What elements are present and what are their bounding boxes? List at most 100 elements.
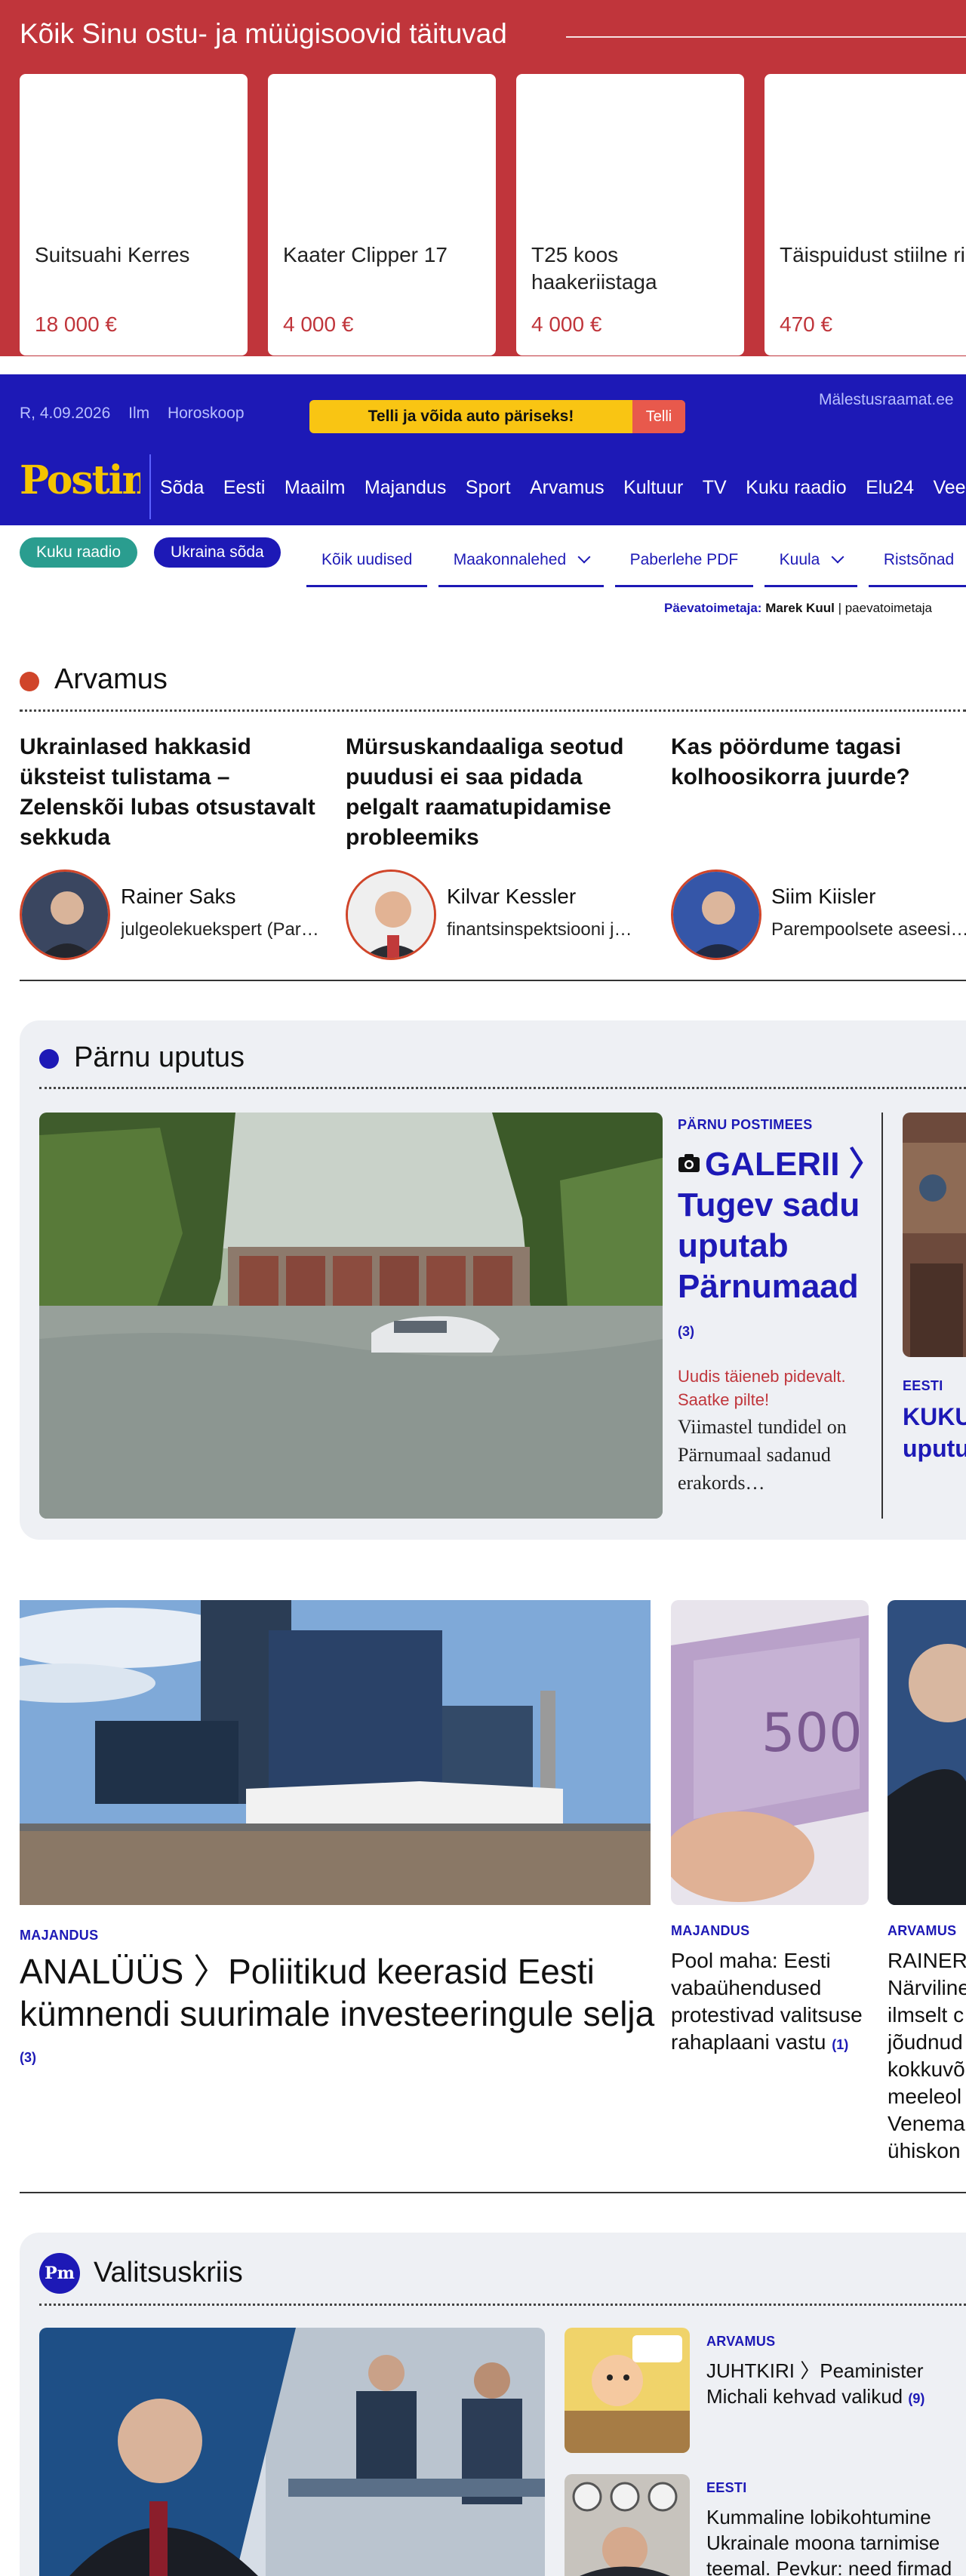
crisis-item1-title[interactable]: JUHTKIRI 〉Peaminister Michali kehvad val… <box>706 2358 966 2411</box>
subnav-kuula[interactable]: Kuula <box>764 537 858 587</box>
article-kicker[interactable]: ARVAMUS <box>706 2334 775 2350</box>
subnav-label: Kuula <box>779 551 820 568</box>
side-article-photo[interactable] <box>903 1113 966 1357</box>
article-kicker[interactable]: MAJANDUS <box>671 1923 749 1939</box>
third-article-title[interactable]: RAINER Närviline ilmselt c jõudnud kokku… <box>888 1947 966 2165</box>
marketplace-divider <box>566 36 966 38</box>
horoscope-link[interactable]: Horoskoop <box>168 405 245 422</box>
nav-item-elu24[interactable]: Elu24 <box>866 477 914 498</box>
marketplace-banner: Kõik Sinu ostu- ja müügisoovid täituvad … <box>0 0 966 356</box>
section-divider <box>39 2304 966 2306</box>
section-title-parnu-uputus[interactable]: Pärnu uputus <box>74 1042 245 1074</box>
second-article-photo[interactable]: 500 <box>671 1600 869 1905</box>
subscription-promo[interactable]: Telli ja võida auto päriseks! Telli <box>309 400 685 433</box>
market-card[interactable]: T25 koos haakeriistaga 4 000 € <box>516 74 744 355</box>
header-date: R, 4.09.2026 <box>20 405 111 422</box>
main-article-photo[interactable] <box>20 1600 651 1905</box>
market-card-title: Suitsuahi Kerres <box>35 243 190 266</box>
subnav-label: Paberlehe PDF <box>629 551 739 568</box>
nav-item-kuku-raadio[interactable]: Kuku raadio <box>746 477 846 498</box>
day-editor: Päevatoimetaja: Marek Kuul | paevatoimet… <box>664 601 932 616</box>
postimees-badge: Pm <box>39 2253 80 2294</box>
column-separator <box>881 1113 883 1519</box>
promo-text[interactable]: Telli ja võida auto päriseks! <box>309 400 632 433</box>
crisis-item2-photo[interactable] <box>565 2474 690 2576</box>
author-name[interactable]: Siim Kiisler <box>771 885 875 909</box>
pill-kuku-raadio[interactable]: Kuku raadio <box>20 537 138 568</box>
opinion-article-title[interactable]: Kas pöördume tagasi kolhoosikorra juurde… <box>671 732 966 792</box>
article-kicker[interactable]: ARVAMUS <box>888 1923 956 1939</box>
subnav-ristsonad[interactable]: Ristsõnad <box>868 537 966 587</box>
market-card-title: Kaater Clipper 17 <box>283 243 448 266</box>
main-article-title[interactable]: ANALÜÜS 〉Poliitikud keerasid Eesti kümne… <box>20 1950 658 2035</box>
header-utility-links: R, 4.09.2026 Ilm Horoskoop <box>20 405 258 423</box>
comment-count[interactable]: (3) <box>678 1324 694 1340</box>
nav-item-eesti[interactable]: Eesti <box>223 477 266 498</box>
section-title-arvamus[interactable]: Arvamus <box>54 663 168 696</box>
side-article-title[interactable]: KUKU uputu <box>903 1401 966 1464</box>
nav-item-tv[interactable]: TV <box>703 477 727 498</box>
author-role: Parempoolsete aseesi… <box>771 919 966 940</box>
subnav-maakonnalehed[interactable]: Maakonnalehed <box>438 537 605 587</box>
subscribe-button[interactable]: Telli <box>632 400 685 433</box>
section-dot <box>20 672 39 691</box>
section-divider <box>20 709 966 712</box>
crisis-photo[interactable] <box>39 2328 545 2576</box>
postimees-logo[interactable]: Postimees <box>20 459 140 503</box>
author-avatar[interactable] <box>20 869 110 960</box>
subnav-label: Maakonnalehed <box>453 551 567 568</box>
author-name[interactable]: Rainer Saks <box>121 885 236 909</box>
article-kicker[interactable]: PÄRNU POSTIMEES <box>678 1117 813 1133</box>
comment-count[interactable]: (1) <box>832 2037 848 2052</box>
section-dot <box>39 1049 59 1069</box>
memorial-link[interactable]: Mälestusraamat.ee <box>819 391 954 409</box>
flood-headline[interactable]: GALERII 〉Tugev sadu uputab Pärnumaad <box>678 1143 866 1307</box>
live-update-note: Uudis täieneb pidevalt. Saatke pilte! <box>678 1367 846 1409</box>
market-card[interactable]: Suitsuahi Kerres 18 000 € <box>20 74 248 355</box>
market-card-title: T25 koos haakeriistaga <box>531 243 657 294</box>
comment-count[interactable]: (9) <box>908 2391 924 2406</box>
section-title-valitsuskriis[interactable]: Valitsuskriis <box>94 2257 243 2289</box>
market-card[interactable]: Kaater Clipper 17 4 000 € <box>268 74 496 355</box>
nav-item-arvamus[interactable]: Arvamus <box>530 477 605 498</box>
flood-lead: Viimastel tundidel on Pärnumaal sadanud … <box>678 1416 847 1494</box>
market-card-price: 4 000 € <box>283 312 354 336</box>
market-card[interactable]: Täispuidust stiilne riidekapp ja… 470 € <box>764 74 966 355</box>
subnav-paberlehe-pdf[interactable]: Paberlehe PDF <box>614 537 754 587</box>
pill-ukraina-soda[interactable]: Ukraina sõda <box>154 537 281 568</box>
article-kicker[interactable]: MAJANDUS <box>20 1928 98 1944</box>
svg-text:500: 500 <box>761 1702 863 1764</box>
editor-rest: | paevatoimetaja <box>838 601 932 615</box>
article-kicker[interactable]: EESTI <box>706 2480 747 2496</box>
editor-label: Päevatoimetaja: <box>664 601 762 615</box>
weather-link[interactable]: Ilm <box>128 405 149 422</box>
second-article-title[interactable]: Pool maha: Eesti vabaühendused protestiv… <box>671 1947 869 2058</box>
nav-item-maailm[interactable]: Maailm <box>285 477 346 498</box>
author-name[interactable]: Kilvar Kessler <box>447 885 576 909</box>
comment-count[interactable]: (3) <box>20 2050 36 2066</box>
author-avatar[interactable] <box>346 869 436 960</box>
author-role: finantsinspektsiooni j… <box>447 919 632 940</box>
subnav-label: Ristsõnad <box>883 551 955 568</box>
editor-name: Marek Kuul <box>765 601 835 615</box>
nav-item-more[interactable]: Vee <box>933 477 965 498</box>
logo-divider <box>149 454 151 519</box>
opinion-article-title[interactable]: Ukrainlased hakkasid üksteist tulistama … <box>20 732 321 853</box>
nav-item-kultuur[interactable]: Kultuur <box>623 477 683 498</box>
opinion-article-title[interactable]: Mürsuskandaaliga seotud puudusi ei saa p… <box>346 732 648 853</box>
crisis-item1-illustration[interactable] <box>565 2328 690 2453</box>
article-kicker[interactable]: EESTI <box>903 1378 943 1394</box>
nav-item-soda[interactable]: Sõda <box>160 477 204 498</box>
flood-photo[interactable] <box>39 1113 663 1519</box>
author-avatar[interactable] <box>671 869 761 960</box>
crisis-item2-title[interactable]: Kummaline lobikohtumine Ukrainale moona … <box>706 2504 966 2576</box>
third-article-photo[interactable] <box>888 1600 966 1905</box>
subnav-koik-uudised[interactable]: Kõik uudised <box>306 537 428 587</box>
market-card-title: Täispuidust stiilne riidekapp ja… <box>780 243 966 266</box>
nav-item-sport[interactable]: Sport <box>466 477 511 498</box>
marketplace-title[interactable]: Kõik Sinu ostu- ja müügisoovid täituvad <box>20 18 507 50</box>
market-card-price: 470 € <box>780 312 833 336</box>
nav-item-majandus[interactable]: Majandus <box>365 477 446 498</box>
section-divider <box>39 1087 966 1089</box>
market-card-price: 4 000 € <box>531 312 602 336</box>
